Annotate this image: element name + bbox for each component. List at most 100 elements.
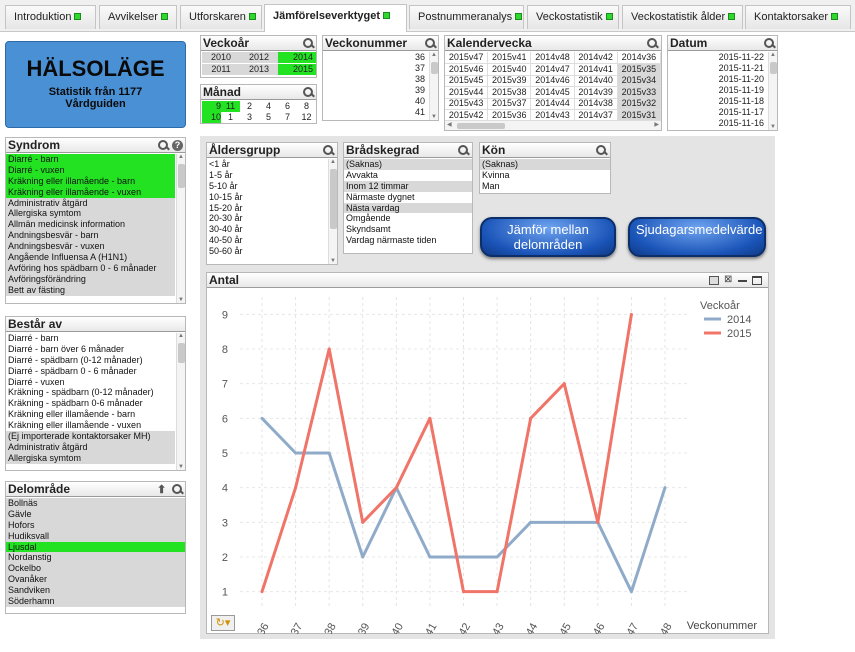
search-icon[interactable] [172, 484, 183, 495]
year-cell[interactable]: 2015 [278, 64, 316, 75]
list-item[interactable]: (Saknas) [480, 159, 610, 170]
kalendervecka-cell[interactable]: 2014v47 [531, 63, 575, 76]
list-item[interactable]: Kräkning - spädbarn 0-6 månader [6, 398, 175, 410]
compare-delomraden-button[interactable]: Jämför mellan delområden [480, 217, 616, 257]
list-item[interactable]: Sandviken [6, 585, 185, 597]
kalendervecka-cell[interactable]: 2014v46 [531, 75, 575, 87]
year-cell[interactable]: 2011 [202, 64, 240, 75]
tab-kontaktorsaker[interactable]: Kontaktorsaker [745, 5, 851, 29]
search-icon[interactable] [303, 38, 314, 49]
cycle-dimension-icon[interactable]: ↻▾ [211, 615, 235, 631]
list-item[interactable]: 50-60 år [207, 246, 327, 257]
date-row[interactable]: 2015-11-17 [668, 107, 764, 118]
scrollbar[interactable]: ▲ ▼ [768, 52, 777, 130]
month-cell[interactable]: 12 [297, 112, 316, 123]
scroll-up-icon[interactable]: ▲ [178, 154, 184, 160]
search-icon[interactable] [458, 145, 469, 156]
list-item[interactable]: Diarré - barn över 6 månader [6, 343, 175, 355]
list-item[interactable]: Gävle [6, 508, 185, 520]
kalendervecka-cell[interactable]: 2015v33 [617, 86, 661, 99]
minimize-icon[interactable] [738, 280, 747, 282]
month-cell[interactable]: 2 [240, 101, 259, 112]
search-icon[interactable] [764, 38, 775, 49]
kalendervecka-cell[interactable]: 2015v44 [445, 86, 489, 99]
list-item[interactable]: Kvinna [480, 169, 610, 181]
maximize-icon[interactable] [752, 276, 762, 285]
search-icon[interactable] [596, 145, 607, 156]
week-row[interactable]: 37 [323, 63, 425, 74]
year-cell[interactable]: 2013 [240, 64, 278, 75]
kalendervecka-cell[interactable]: 2014v39 [574, 86, 618, 99]
list-item[interactable]: Kräkning - spädbarn (0-12 månader) [6, 387, 175, 399]
month-cell[interactable]: 3 [240, 112, 259, 123]
search-icon[interactable] [158, 140, 169, 151]
year-cell[interactable]: 2014 [278, 52, 316, 63]
list-item[interactable]: Diarré - barn [6, 333, 175, 344]
list-item[interactable]: Kräkning eller illamående - vuxen [6, 420, 175, 432]
scroll-up-icon[interactable]: ▲ [330, 159, 336, 165]
kalendervecka-cell[interactable]: 2014v38 [574, 98, 618, 110]
month-cell[interactable]: 9 [202, 101, 221, 112]
list-item[interactable]: Hofors [6, 519, 185, 531]
list-item[interactable]: Allergiska symtom [6, 208, 175, 220]
month-cell[interactable]: 5 [259, 112, 278, 123]
week-row[interactable]: 36 [323, 52, 425, 63]
scrollbar[interactable]: ▲ ▼ [328, 159, 337, 264]
kalendervecka-cell[interactable]: 2015v40 [488, 63, 532, 76]
list-item[interactable]: 10-15 år [207, 192, 327, 203]
kalendervecka-cell[interactable]: 2015v38 [488, 86, 532, 99]
list-item[interactable]: Närmaste dygnet [344, 191, 472, 203]
sort-up-arrow-icon[interactable]: ⬆ [157, 483, 166, 496]
kalendervecka-cell[interactable]: 2014v40 [574, 75, 618, 87]
list-item[interactable]: Nästa vardag [344, 202, 472, 214]
search-icon[interactable] [425, 38, 436, 49]
kalendervecka-cell[interactable]: 2015v46 [445, 63, 489, 76]
scroll-down-icon[interactable]: ▼ [178, 297, 184, 303]
scroll-right-icon[interactable]: ▶ [654, 121, 659, 128]
scroll-left-icon[interactable]: ◀ [447, 121, 452, 128]
month-cell[interactable]: 7 [278, 112, 297, 123]
scrollbar[interactable]: ▲ ▼ [176, 154, 185, 303]
kalendervecka-cell[interactable]: 2014v45 [531, 86, 575, 99]
scroll-down-icon[interactable]: ▼ [330, 258, 336, 264]
kalendervecka-cell[interactable]: 2015v37 [488, 98, 532, 110]
list-item[interactable]: Kräkning eller illamående - vuxen [6, 186, 175, 198]
list-item[interactable]: Avvakta [344, 169, 472, 181]
list-item[interactable]: Ockelbo [6, 563, 185, 575]
date-row[interactable]: 2015-11-19 [668, 85, 764, 96]
list-item[interactable]: Omgående [344, 213, 472, 225]
date-row[interactable]: 2015-11-18 [668, 96, 764, 107]
kalendervecka-cell[interactable]: 2014v48 [531, 52, 575, 64]
month-cell[interactable]: 8 [297, 101, 316, 112]
kalendervecka-cell[interactable]: 2015v39 [488, 75, 532, 87]
kalendervecka-cell[interactable]: 2014v44 [531, 98, 575, 110]
kalendervecka-cell[interactable]: 2015v45 [445, 75, 489, 87]
kalendervecka-cell[interactable]: 2015v43 [445, 98, 489, 110]
list-item[interactable]: Diarré - barn [6, 154, 175, 165]
horizontal-scrollbar[interactable]: ◀ ▶ [445, 120, 661, 130]
list-item[interactable]: Allmän medicinsk information [6, 219, 175, 231]
list-item[interactable]: Ovanåker [6, 574, 185, 586]
scrollbar-thumb[interactable] [457, 123, 505, 129]
tab-avvikelser[interactable]: Avvikelser [99, 5, 177, 29]
list-item[interactable]: Bollnäs [6, 498, 185, 509]
month-cell[interactable]: 11 [221, 101, 240, 112]
list-item[interactable]: Bett av fästing [6, 284, 175, 296]
scroll-down-icon[interactable]: ▼ [431, 114, 437, 120]
kalendervecka-cell[interactable]: 2014v42 [574, 52, 618, 64]
list-item[interactable]: Angående Influensa A (H1N1) [6, 252, 175, 263]
kalendervecka-cell[interactable]: 2015v47 [445, 52, 489, 64]
scroll-down-icon[interactable]: ▼ [770, 124, 776, 130]
list-item[interactable]: Vardag närmaste tiden [344, 235, 472, 247]
list-item[interactable]: <1 år [207, 159, 327, 170]
search-icon[interactable] [647, 38, 658, 49]
date-row[interactable]: 2015-11-20 [668, 74, 764, 85]
list-item[interactable]: Söderhamn [6, 596, 185, 607]
sjudagarsmedelvarde-button[interactable]: Sjudagarsmedelvärde [628, 217, 766, 257]
list-item[interactable]: Man [480, 180, 610, 192]
tab-postnummeranalys[interactable]: Postnummeranalys [409, 5, 524, 29]
tab-utforskaren[interactable]: Utforskaren [180, 5, 262, 29]
list-item[interactable]: Diarré - vuxen [6, 376, 175, 388]
list-item[interactable]: 20-30 år [207, 213, 327, 224]
list-item[interactable]: (Ej importerade kontaktorsaker MH) [6, 431, 175, 442]
